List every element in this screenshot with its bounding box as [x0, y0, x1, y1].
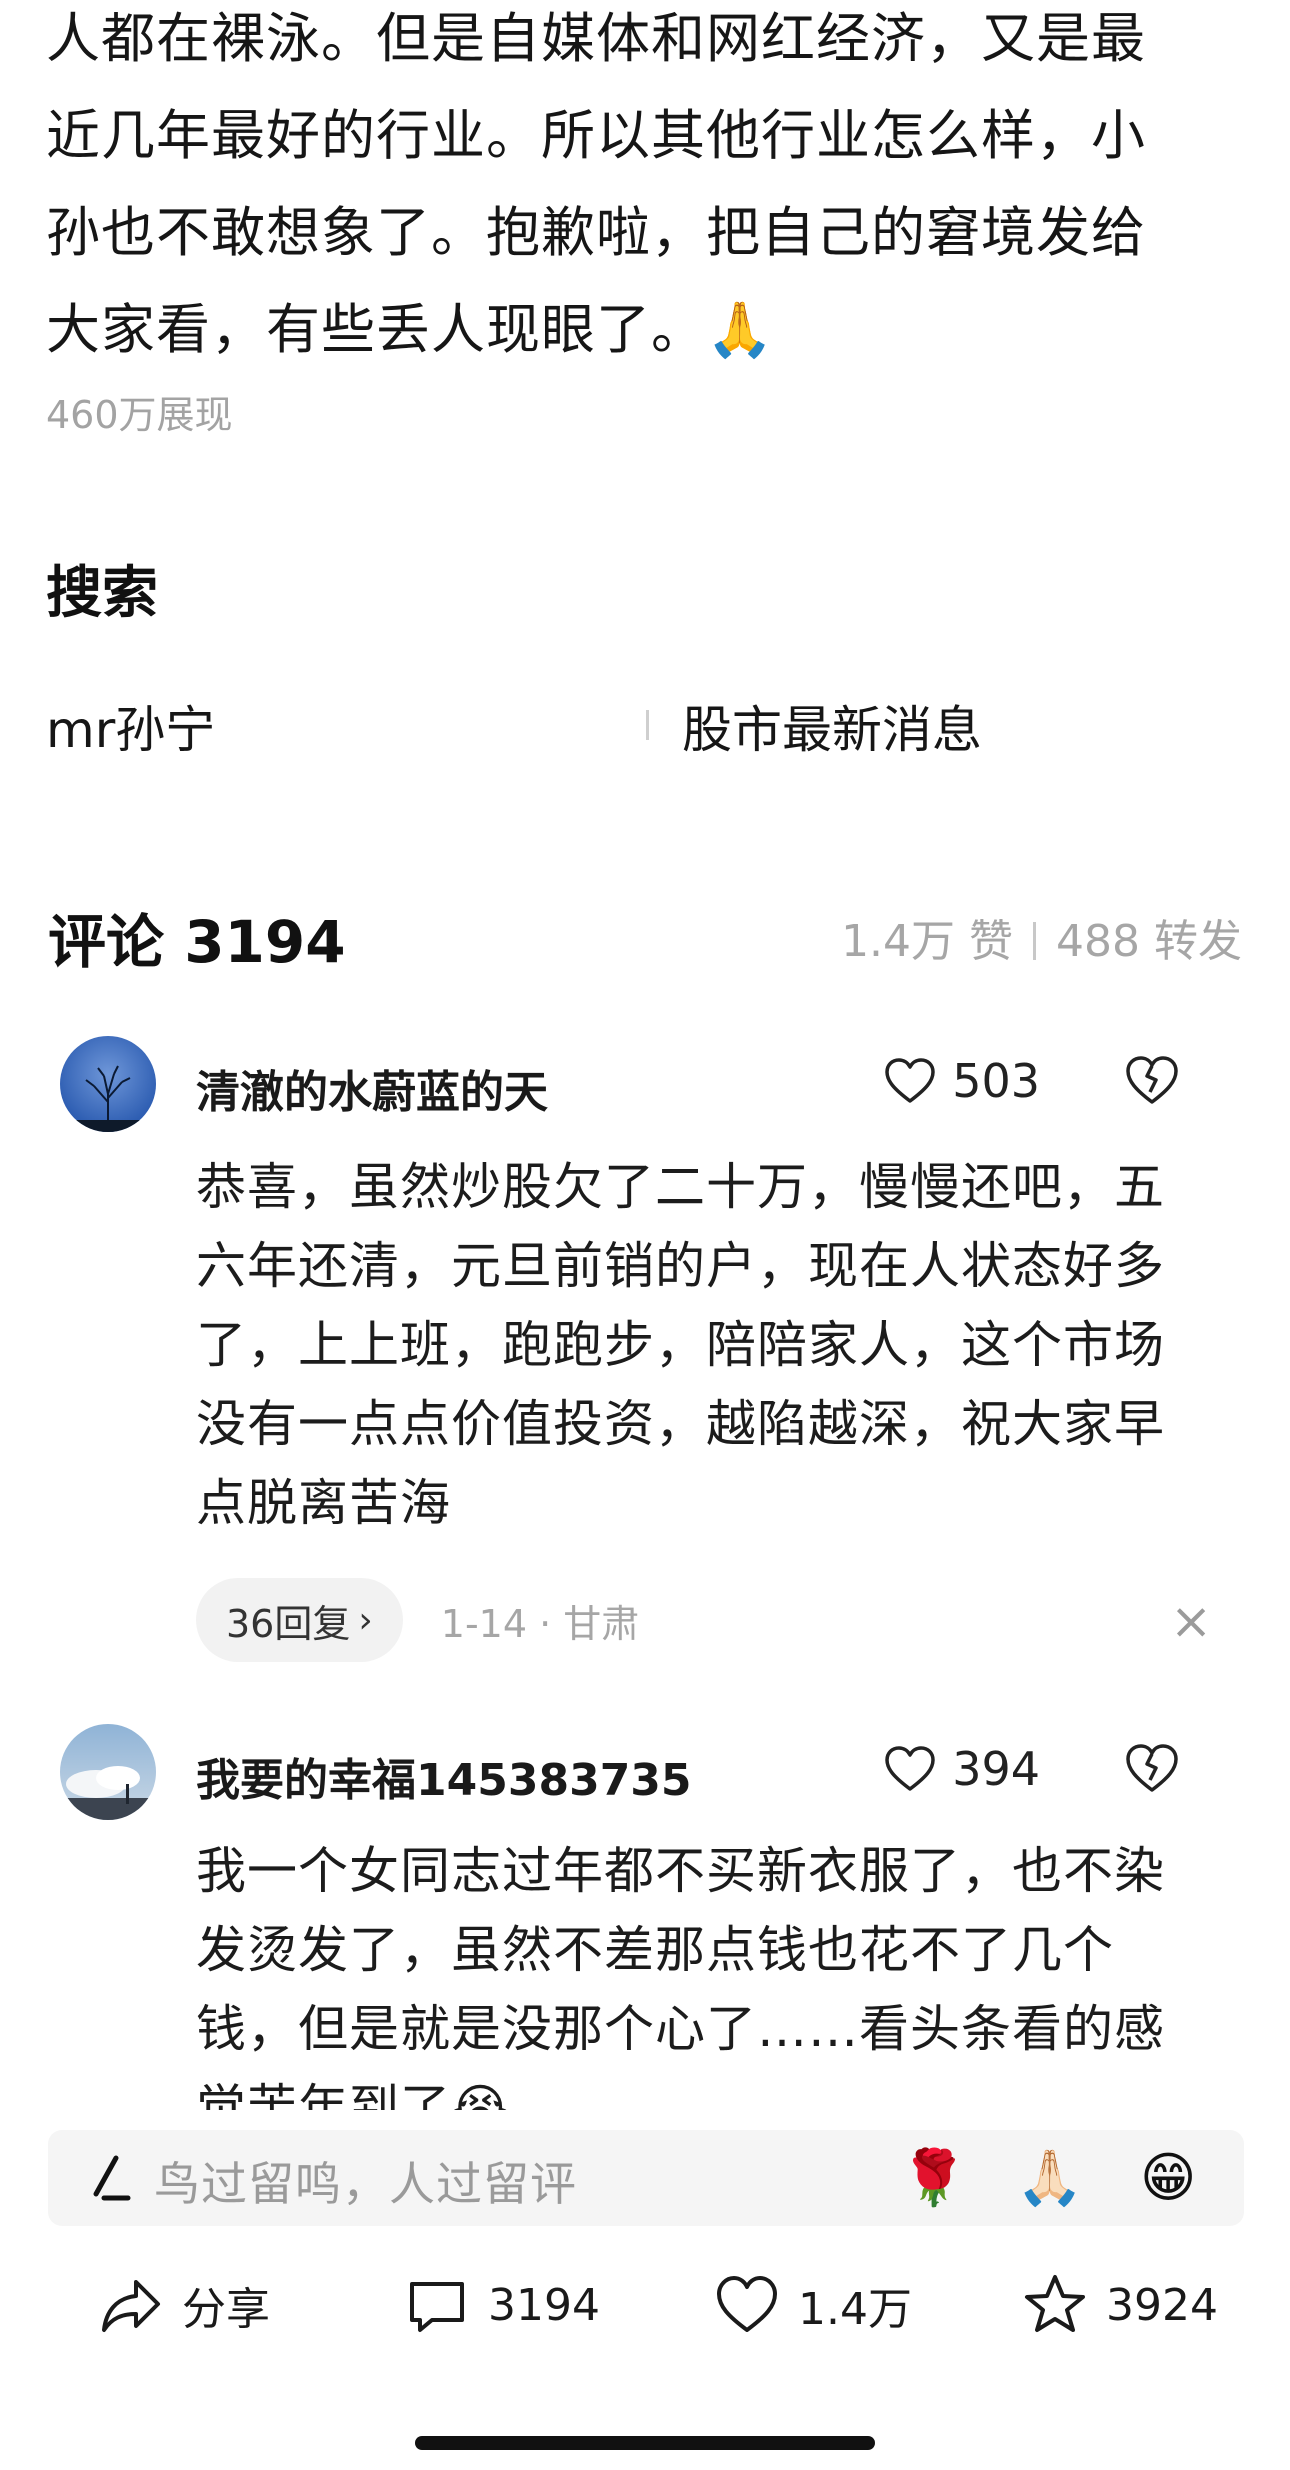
- favorites-count: 3924: [1106, 2279, 1218, 2331]
- comment-like-count: 394: [952, 1742, 1040, 1796]
- comment-like-button[interactable]: 503: [884, 1054, 1040, 1108]
- replies-count: 36回复: [226, 1601, 351, 1646]
- comments-button[interactable]: 3194: [404, 2272, 600, 2338]
- comment-line: 发烫发了，虽然不差那点钱也花不了几个: [196, 1921, 1114, 1979]
- comment-meta: 36回复 › 1-14 · 甘肃: [196, 1578, 639, 1662]
- heart-icon: [885, 1746, 935, 1791]
- comments-count: 3194: [488, 2279, 600, 2331]
- pen-icon: [93, 2155, 131, 2201]
- favorite-button[interactable]: 3924: [1022, 2272, 1218, 2338]
- comments-header: 评论 3194 1.4万 赞 488 转发: [48, 895, 1242, 976]
- comment-line: 我一个女同志过年都不买新衣服了，也不染: [196, 1842, 1165, 1900]
- article-line: 孙也不敢想象了。抱歉啦，把自己的窘境发给: [46, 201, 1146, 264]
- heart-icon: [885, 1058, 935, 1103]
- divider: [1033, 922, 1037, 960]
- likes-count: 1.4万: [798, 2284, 912, 2335]
- comment-input-placeholder: 鸟过留鸣，人过留评: [154, 2157, 577, 2211]
- star-icon: [1025, 2275, 1085, 2332]
- comment-line: 六年还清，元旦前销的户，现在人状态好多: [196, 1237, 1165, 1295]
- share-label: 分享: [182, 2284, 270, 2335]
- comment-line: 点脱离苦海: [196, 1474, 451, 1532]
- comment-text: 我一个女同志过年都不买新衣服了，也不染 发烫发了，虽然不差那点钱也花不了几个 钱…: [196, 1832, 1290, 2110]
- grin-emoji-button[interactable]: 😁: [1140, 2148, 1196, 2208]
- comment-line: 钱，但是就是没那个心了……看头条看的感: [196, 2000, 1165, 2058]
- comment-item: 清澈的水蔚蓝的天 503 恭喜，虽然炒股欠了二十万，慢慢还吧，五 六年还清，元旦…: [60, 1036, 1240, 1676]
- search-suggestion-item[interactable]: 股市最新消息: [682, 690, 982, 762]
- article-body: 人都在裸泳。但是自媒体和网红经济，又是最 近几年最好的行业。所以其他行业怎么样，…: [46, 0, 1246, 439]
- home-indicator[interactable]: [415, 2436, 875, 2450]
- search-section-title: 搜索: [46, 561, 158, 626]
- bottom-action-bar: 分享 3194 1.4万 3924: [0, 2250, 1290, 2360]
- broken-heart-icon[interactable]: [1124, 1054, 1180, 1106]
- comment-like-count: 503: [952, 1054, 1040, 1108]
- share-icon: [102, 2280, 160, 2332]
- comment-username[interactable]: 我要的幸福145383735: [196, 1744, 692, 1808]
- avatar[interactable]: [60, 1036, 156, 1132]
- close-icon[interactable]: ×: [1170, 1596, 1212, 1646]
- article-line: 大家看，有些丢人现眼了。🙏: [46, 298, 775, 361]
- rose-emoji-button[interactable]: 🌹: [900, 2148, 967, 2208]
- article-line: 近几年最好的行业。所以其他行业怎么样，小: [46, 104, 1146, 167]
- likes-stat: 1.4万 赞: [841, 916, 1014, 967]
- avatar[interactable]: [60, 1724, 156, 1820]
- comment-text: 恭喜，虽然炒股欠了二十万，慢慢还吧，五 六年还清，元旦前销的户，现在人状态好多 …: [196, 1148, 1290, 1543]
- comment-like-button[interactable]: 394: [884, 1742, 1040, 1796]
- pray-emoji-button[interactable]: 🙏🏻: [1016, 2148, 1083, 2208]
- comment-line: 了，上上班，跑跑步，陪陪家人，这个市场: [196, 1316, 1165, 1374]
- comment-clip: 我要的幸福145383735 394 我一个女同志过年都不买新衣服了，也不染 发…: [0, 1700, 1290, 2110]
- comment-date-location: 1-14 · 甘肃: [440, 1601, 640, 1646]
- comment-username[interactable]: 清澈的水蔚蓝的天: [196, 1056, 548, 1120]
- share-button[interactable]: 分享: [98, 2272, 270, 2338]
- article-text: 人都在裸泳。但是自媒体和网红经济，又是最 近几年最好的行业。所以其他行业怎么样，…: [46, 0, 1246, 378]
- comment-input[interactable]: 鸟过留鸣，人过留评 🌹 🙏🏻 😁: [48, 2130, 1244, 2226]
- broken-heart-icon[interactable]: [1124, 1742, 1180, 1794]
- comment-line: 觉苦年到了😭: [196, 2079, 511, 2110]
- article-line: 人都在裸泳。但是自媒体和网红经济，又是最: [46, 7, 1146, 70]
- divider: [646, 710, 649, 740]
- replies-button[interactable]: 36回复 ›: [196, 1578, 403, 1662]
- post-stats: 1.4万 赞 488 转发: [841, 905, 1242, 969]
- shares-stat: 488 转发: [1056, 916, 1242, 967]
- comment-line: 没有一点点价值投资，越陷越深，祝大家早: [196, 1395, 1165, 1453]
- impressions-count: 460万展现: [46, 393, 233, 437]
- comment-icon: [410, 2282, 464, 2332]
- search-suggestions: mr孙宁 股市最新消息: [46, 690, 1246, 760]
- heart-icon: [717, 2276, 777, 2332]
- chevron-right-icon: ›: [358, 1599, 373, 1641]
- comment-item: 我要的幸福145383735 394 我一个女同志过年都不买新衣服了，也不染 发…: [60, 1724, 1240, 2110]
- comment-line: 恭喜，虽然炒股欠了二十万，慢慢还吧，五: [196, 1158, 1165, 1216]
- comments-title: 评论 3194: [48, 908, 346, 976]
- like-button[interactable]: 1.4万: [714, 2272, 912, 2338]
- search-suggestion-item[interactable]: mr孙宁: [46, 690, 215, 762]
